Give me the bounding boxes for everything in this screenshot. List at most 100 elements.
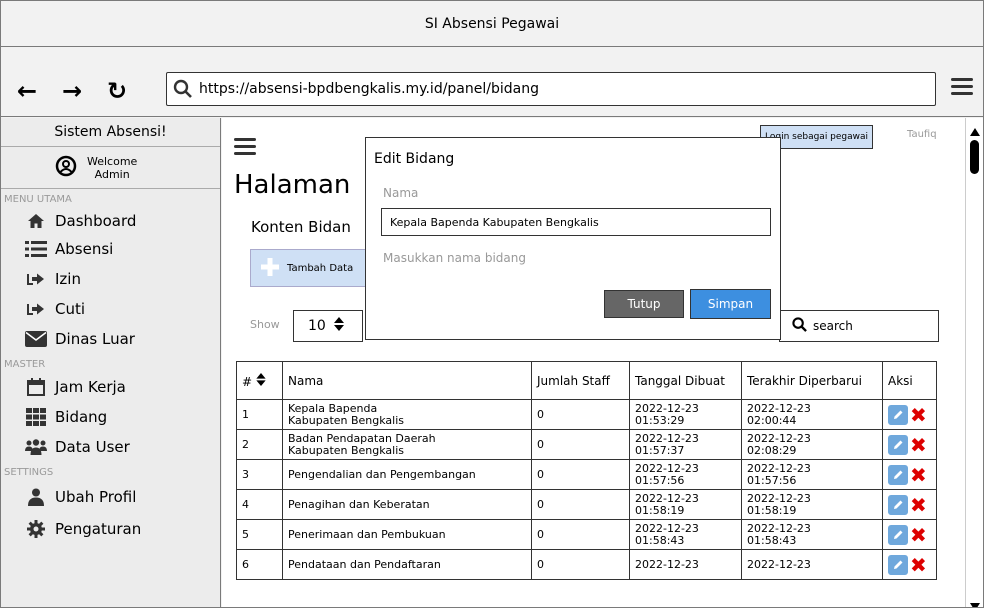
table-body: 1 Kepala Bapenda Kabupaten Bengkalis 0 2022-… (236, 399, 937, 580)
sidebar-item-izin[interactable]: Izin (1, 264, 220, 294)
sidebar-item-bidang[interactable]: Bidang (1, 402, 220, 432)
edit-icon[interactable] (888, 464, 908, 485)
users-icon (25, 439, 47, 455)
sidebar-item-ubah-profil[interactable]: Ubah Profil (1, 480, 220, 514)
delete-icon[interactable]: ✖ (910, 495, 927, 515)
scroll-up-icon[interactable] (970, 121, 980, 140)
cell-time: 02:08:29 (747, 443, 797, 457)
cell-jumlah-staff: 0 (531, 399, 630, 430)
cell-date: 2022-12-23 (635, 401, 699, 415)
table-row: 2 Badan Pendapatan Daerah Kabupaten Bengka… (236, 429, 937, 460)
cell-jumlah-staff: 0 (531, 519, 630, 550)
cell-nama: Penerimaan dan Pembukuan (282, 519, 532, 550)
nama-bidang-value: Kepala Bapenda Kabupaten Bengkalis (390, 215, 599, 229)
sidebar-toggle-icon[interactable] (234, 138, 256, 159)
column-header-tanggal-dibuat[interactable]: Tanggal Dibuat (629, 361, 742, 400)
sidebar-item-label: Dinas Luar (55, 330, 135, 348)
delete-icon[interactable]: ✖ (910, 465, 927, 485)
sidebar-item-label: Data User (55, 438, 130, 456)
sidebar-item-cuti[interactable]: Cuti (1, 294, 220, 324)
scrollbar-thumb[interactable] (970, 140, 979, 174)
cell-nama-line: Kepala Bapenda (288, 401, 378, 415)
section-menu-utama: MENU UTAMA (4, 194, 72, 205)
forward-arrow-icon[interactable]: → (62, 79, 82, 103)
table-row: 4 Penagihan dan Keberatan 0 2022-12-23 01:58… (236, 489, 937, 520)
delete-icon[interactable]: ✖ (910, 405, 927, 425)
cell-aksi: ✖ (882, 519, 937, 550)
list-icon (25, 240, 47, 258)
search-icon (167, 79, 199, 99)
cell-aksi: ✖ (882, 489, 937, 520)
edit-icon[interactable] (888, 434, 908, 455)
save-button[interactable]: Simpan (690, 289, 771, 319)
close-button[interactable]: Tutup (604, 290, 684, 318)
page-title: Halaman (234, 170, 351, 200)
save-button-label: Simpan (707, 297, 754, 311)
cell-terakhir-diperbarui: 2022-12-23 01:58:43 (741, 519, 883, 550)
edit-icon[interactable] (888, 404, 908, 425)
cell-tanggal-dibuat: 2022-12-23 01:58:19 (629, 489, 742, 520)
section-settings: SETTINGS (4, 467, 54, 478)
cell-date: 2022-12-23 (635, 491, 699, 505)
cell-nama-line: Pengendalian dan Pengembangan (288, 467, 476, 481)
cell-jumlah-staff: 0 (531, 549, 630, 580)
column-header-terakhir-diperbarui[interactable]: Terakhir Diperbarui (741, 361, 883, 400)
sidebar-item-label: Bidang (55, 408, 108, 426)
cell-date: 2022-12-23 (635, 557, 699, 571)
back-arrow-icon[interactable]: ← (17, 79, 37, 103)
sidebar-item-dinas-luar[interactable]: Dinas Luar (1, 324, 220, 354)
sidebar-item-label: Cuti (55, 300, 86, 318)
url-text: https://absensi-bpdbengkalis.my.id/panel… (199, 81, 539, 97)
content-subtitle: Konten Bidan (251, 218, 351, 236)
nama-bidang-input[interactable]: Kepala Bapenda Kabupaten Bengkalis (381, 208, 771, 236)
sidebar-item-jam-kerja[interactable]: Jam Kerja (1, 372, 220, 402)
sidebar-item-label: Absensi (55, 240, 114, 258)
cell-jumlah-staff: 0 (531, 429, 630, 460)
column-header-aksi: Aksi (882, 361, 937, 400)
edit-icon[interactable] (888, 494, 908, 515)
column-header-label: # (242, 374, 253, 389)
search-icon (792, 317, 807, 335)
add-data-label: Tambah Data (287, 262, 354, 274)
cell-aksi: ✖ (882, 459, 937, 490)
cell-jumlah-staff: 0 (531, 459, 630, 490)
browser-menu-icon[interactable] (951, 78, 973, 99)
cell-date: 2022-12-23 (635, 521, 699, 535)
calendar-icon (25, 378, 47, 396)
column-header-nama[interactable]: Nama (282, 361, 532, 400)
cell-time: 01:58:43 (747, 533, 797, 547)
delete-icon[interactable]: ✖ (910, 555, 927, 575)
modal-title: Edit Bidang (374, 151, 455, 167)
sidebar: Sistem Absensi! Welcome Admin MENU UTAMA… (1, 118, 221, 607)
welcome-text: Welcome (87, 154, 138, 168)
cell-time: 01:57:56 (747, 473, 797, 487)
search-input[interactable]: search (779, 310, 939, 342)
show-entries-select[interactable]: 10 (293, 310, 363, 342)
edit-icon[interactable] (888, 524, 908, 545)
sidebar-item-dashboard[interactable]: Dashboard (1, 207, 220, 234)
refresh-icon[interactable]: ↻ (107, 79, 127, 103)
delete-icon[interactable]: ✖ (910, 525, 927, 545)
scroll-down-icon[interactable] (970, 596, 980, 607)
sidebar-item-data-user[interactable]: Data User (1, 432, 220, 462)
cell-time: 01:53:29 (635, 413, 685, 427)
vertical-scrollbar[interactable] (965, 118, 983, 607)
url-bar[interactable]: https://absensi-bpdbengkalis.my.id/panel… (166, 72, 936, 106)
column-header-no[interactable]: # (236, 361, 283, 400)
cell-date: 2022-12-23 (747, 401, 811, 415)
welcome-user: Admin (94, 167, 130, 181)
sidebar-item-pengaturan[interactable]: Pengaturan (1, 514, 220, 544)
delete-icon[interactable]: ✖ (910, 435, 927, 455)
plus-icon (261, 257, 279, 279)
cell-terakhir-diperbarui: 2022-12-23 01:58:19 (741, 489, 883, 520)
sidebar-item-label: Pengaturan (55, 520, 142, 538)
cell-aksi: ✖ (882, 549, 937, 580)
column-header-jumlah-staff[interactable]: Jumlah Staff (531, 361, 630, 400)
sign-in-icon (25, 272, 47, 286)
edit-icon[interactable] (888, 554, 908, 575)
cell-no: 6 (236, 549, 283, 580)
table-header-row: # Nama Jumlah Staff Tanggal Dibuat Terak… (236, 361, 937, 400)
user-circle-icon (55, 155, 77, 181)
sidebar-item-absensi[interactable]: Absensi (1, 234, 220, 264)
cell-nama-line: Kabupaten Bengkalis (288, 413, 405, 427)
